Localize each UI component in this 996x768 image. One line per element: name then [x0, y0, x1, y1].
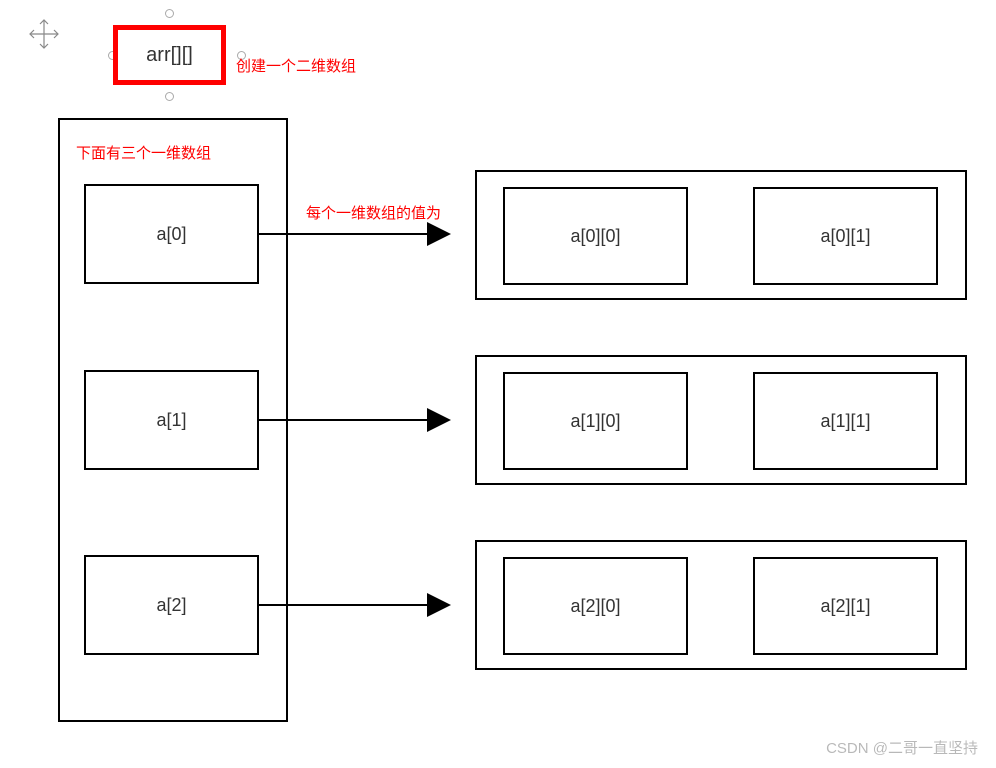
- right-row-0: a[0][0] a[0][1]: [475, 170, 967, 300]
- right-cell-0-0: a[0][0]: [503, 187, 688, 285]
- right-cell-2-0: a[2][0]: [503, 557, 688, 655]
- arrow-1: [259, 404, 469, 444]
- header-title: arr[][]: [146, 44, 193, 67]
- arrow-0: [259, 218, 469, 258]
- right-cell-0-0-label: a[0][0]: [570, 226, 620, 247]
- outer-annotation: 下面有三个一维数组: [76, 142, 211, 163]
- arrow-2: [259, 589, 469, 629]
- left-cell-0: a[0]: [84, 184, 259, 284]
- right-row-1: a[1][0] a[1][1]: [475, 355, 967, 485]
- right-cell-1-1: a[1][1]: [753, 372, 938, 470]
- right-cell-2-1: a[2][1]: [753, 557, 938, 655]
- move-cursor-icon: [26, 16, 62, 52]
- right-row-2: a[2][0] a[2][1]: [475, 540, 967, 670]
- header-annotation: 创建一个二维数组: [236, 55, 356, 76]
- left-cell-2-label: a[2]: [156, 595, 186, 616]
- header-box-wrapper: arr[][]: [113, 25, 226, 85]
- left-cell-1-label: a[1]: [156, 410, 186, 431]
- right-cell-0-1-label: a[0][1]: [820, 226, 870, 247]
- right-cell-2-1-label: a[2][1]: [820, 596, 870, 617]
- header-title-box: arr[][]: [113, 25, 226, 85]
- right-cell-1-1-label: a[1][1]: [820, 411, 870, 432]
- right-cell-1-0-label: a[1][0]: [570, 411, 620, 432]
- right-cell-0-1: a[0][1]: [753, 187, 938, 285]
- right-cell-1-0: a[1][0]: [503, 372, 688, 470]
- left-cell-0-label: a[0]: [156, 224, 186, 245]
- left-cell-2: a[2]: [84, 555, 259, 655]
- left-cell-1: a[1]: [84, 370, 259, 470]
- right-cell-2-0-label: a[2][0]: [570, 596, 620, 617]
- watermark: CSDN @二哥一直坚持: [826, 737, 978, 758]
